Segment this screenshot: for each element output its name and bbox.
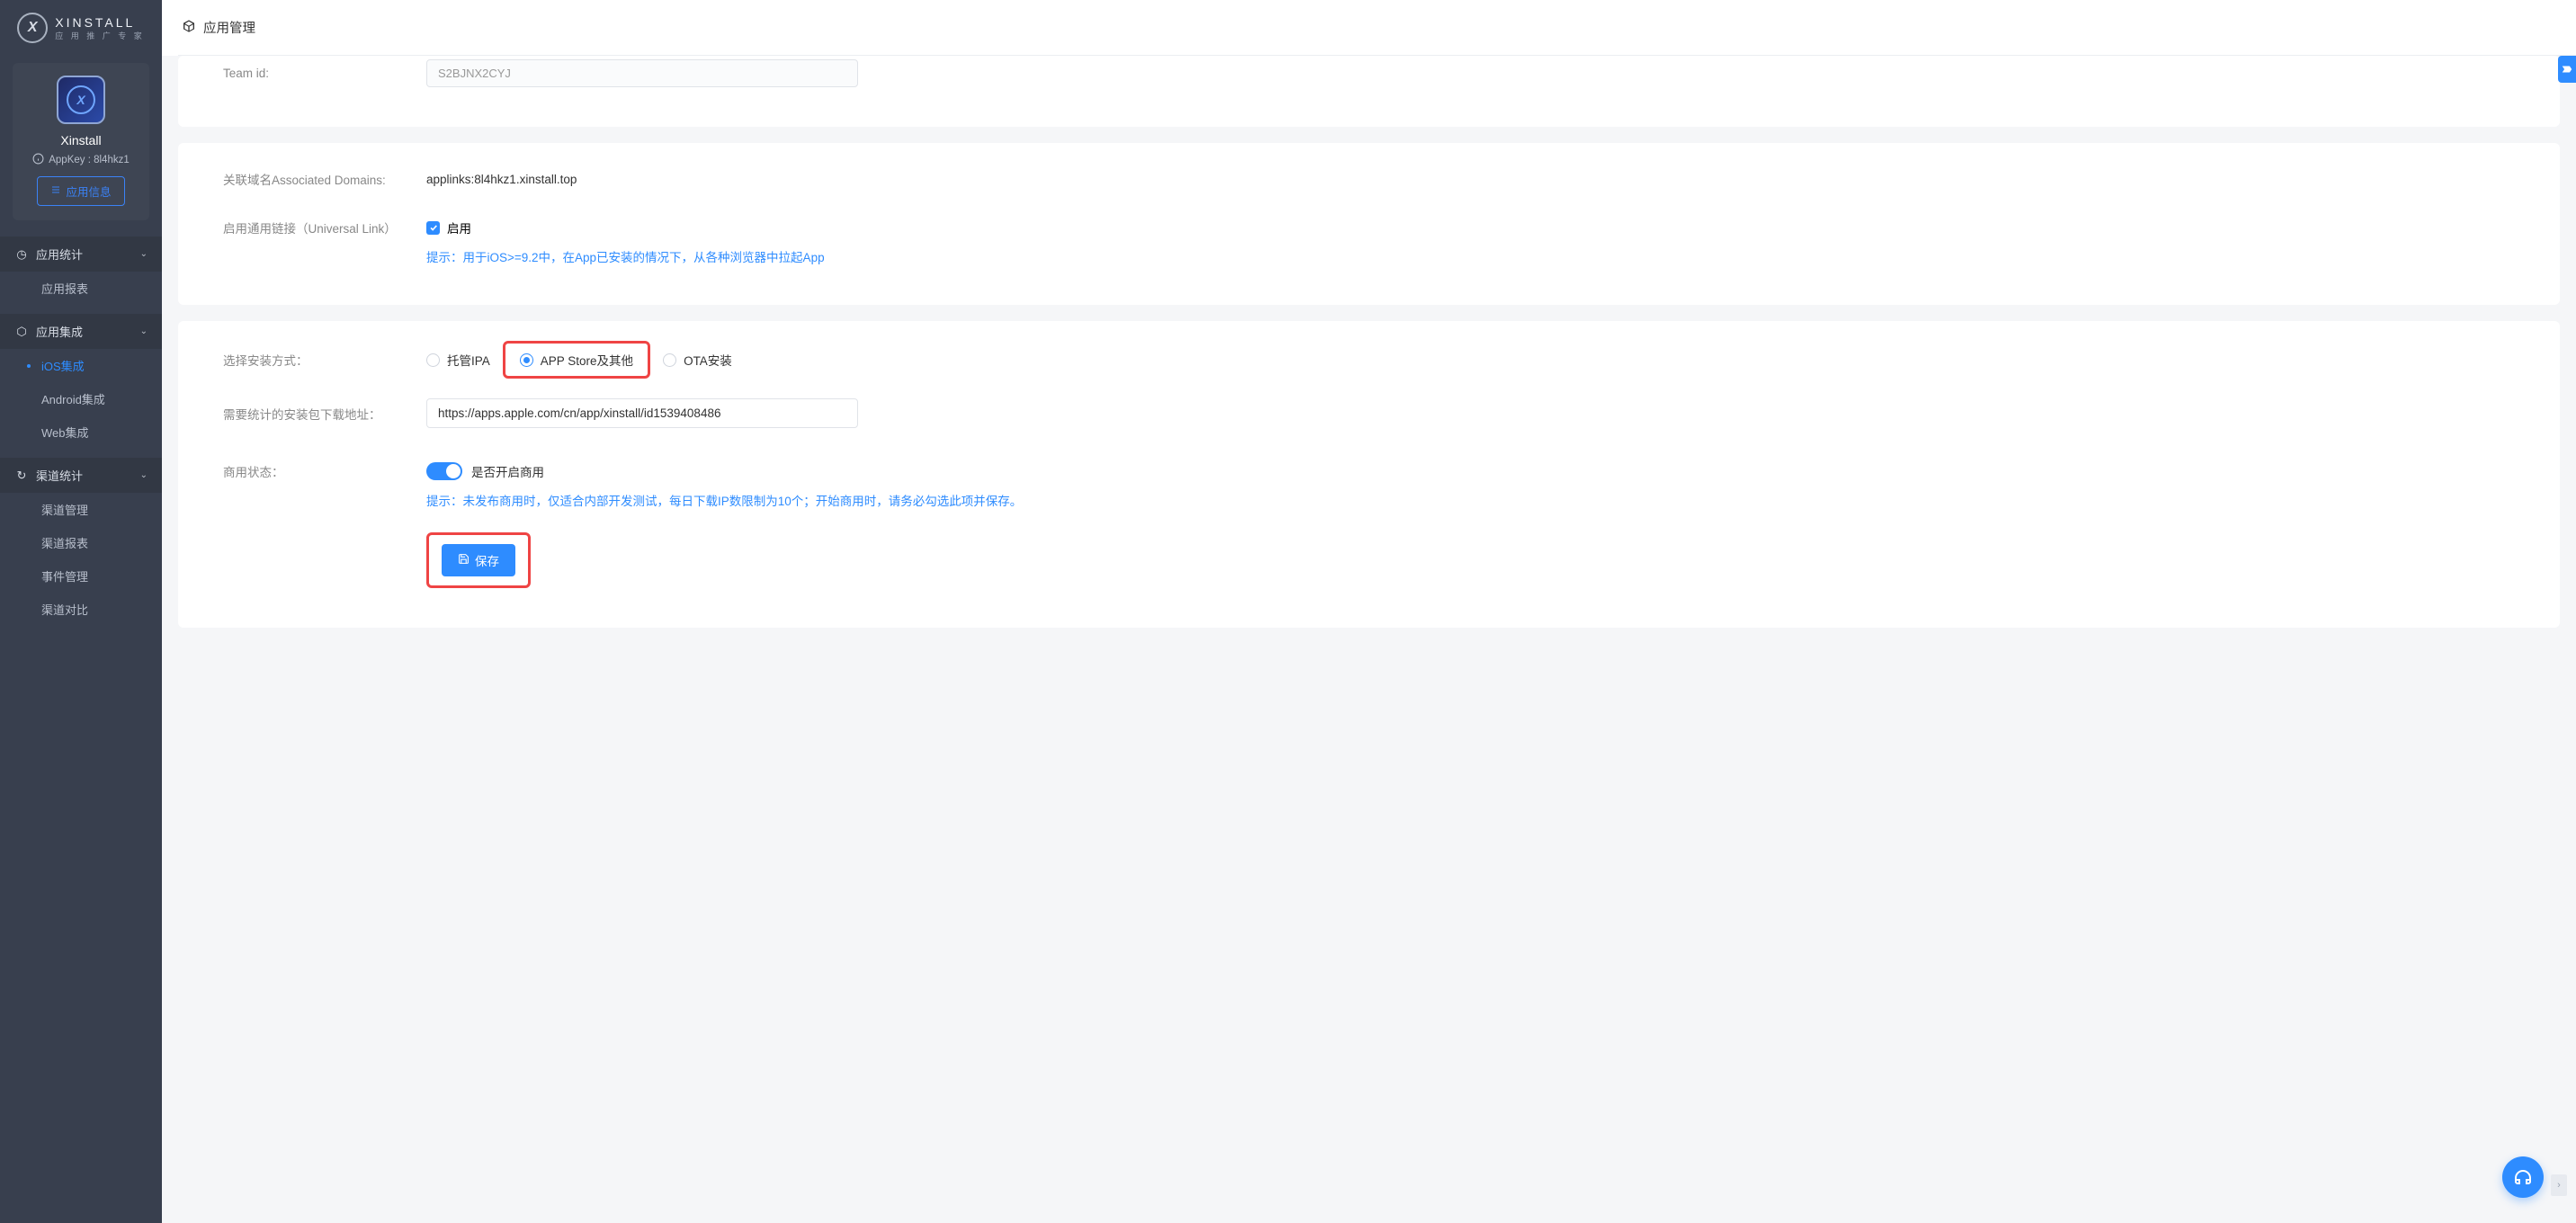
- topbar: 应用管理: [162, 0, 2576, 56]
- brand-subtitle: 应 用 推 广 专 家: [55, 30, 145, 41]
- teamid-input[interactable]: S2BJNX2CYJ: [426, 59, 858, 87]
- assoc-domains-value: applinks:8l4hkz1.xinstall.top: [426, 173, 577, 186]
- nav-group-integration[interactable]: ⬡ 应用集成 ⌄: [0, 314, 162, 349]
- card-universal-link: 关联域名Associated Domains: applinks:8l4hkz1…: [178, 143, 2560, 305]
- universal-link-hint: 提示：用于iOS>=9.2中，在App已安装的情况下，从各种浏览器中拉起App: [426, 247, 2515, 265]
- install-method-label: 选择安装方式：: [223, 351, 426, 369]
- app-card: X Xinstall AppKey : 8l4hkz1 应用信息: [13, 63, 149, 220]
- brand-logo-icon: X: [17, 13, 48, 43]
- nav-item-channel-compare[interactable]: 渠道对比: [0, 593, 162, 626]
- cube-icon: [182, 19, 196, 37]
- card-teamid: Team id: S2BJNX2CYJ: [178, 56, 2560, 127]
- nav-group-stats[interactable]: ◷ 应用统计 ⌄: [0, 237, 162, 272]
- download-url-input[interactable]: [426, 398, 858, 428]
- side-drawer-tab[interactable]: [2558, 56, 2576, 83]
- nav-item-app-report[interactable]: 应用报表: [0, 272, 162, 305]
- nav: ◷ 应用统计 ⌄ 应用报表 ⬡ 应用集成 ⌄ iOS集成 Android集成 W…: [0, 237, 162, 1223]
- card-install: 选择安装方式： 托管IPA APP Store及其他: [178, 321, 2560, 628]
- download-url-label: 需要统计的安装包下载地址：: [223, 405, 426, 423]
- enable-ul-checkbox[interactable]: [426, 221, 440, 235]
- teamid-label: Team id:: [223, 67, 426, 80]
- radio-ota[interactable]: OTA安装: [663, 351, 732, 369]
- page-title: 应用管理: [203, 18, 255, 37]
- nav-item-channel-manage[interactable]: 渠道管理: [0, 493, 162, 526]
- app-name: Xinstall: [60, 133, 101, 147]
- chevron-down-icon: ⌄: [140, 249, 148, 259]
- highlight-box-appstore: APP Store及其他: [503, 341, 650, 379]
- brand-title: XINSTALL: [55, 15, 145, 30]
- highlight-box-save: 保存: [426, 532, 531, 588]
- chevron-down-icon: ⌄: [140, 326, 148, 336]
- commercial-hint: 提示：未发布商用时，仅适合内部开发测试，每日下载IP数限制为10个；开始商用时，…: [426, 491, 2515, 509]
- app-info-button[interactable]: 应用信息: [37, 176, 124, 206]
- assoc-domains-label: 关联域名Associated Domains:: [223, 170, 426, 188]
- appkey-label: AppKey : 8l4hkz1: [49, 155, 130, 165]
- info-circle-icon: [32, 153, 44, 167]
- refresh-icon: ↻: [14, 469, 29, 483]
- nav-group-channel[interactable]: ↻ 渠道统计 ⌄: [0, 458, 162, 493]
- scroll-right-hint[interactable]: ›: [2551, 1174, 2567, 1196]
- commercial-switch-label: 是否开启商用: [471, 462, 544, 480]
- nav-item-android[interactable]: Android集成: [0, 382, 162, 415]
- universal-link-label: 启用通用链接（Universal Link）: [223, 219, 426, 237]
- content: Team id: S2BJNX2CYJ 关联域名Associated Domai…: [162, 56, 2576, 1223]
- enable-ul-text: 启用: [447, 219, 471, 237]
- nav-item-ios[interactable]: iOS集成: [0, 349, 162, 382]
- cube-icon: ⬡: [14, 325, 29, 339]
- nav-item-web[interactable]: Web集成: [0, 415, 162, 449]
- chevron-down-icon: ⌄: [140, 470, 148, 480]
- nav-item-channel-report[interactable]: 渠道报表: [0, 526, 162, 559]
- app-icon: X: [57, 76, 105, 124]
- brand-block: X XINSTALL 应 用 推 广 专 家: [0, 0, 162, 52]
- nav-item-event-manage[interactable]: 事件管理: [0, 559, 162, 593]
- radio-appstore[interactable]: APP Store及其他: [520, 351, 633, 369]
- radio-ipa[interactable]: 托管IPA: [426, 351, 490, 369]
- save-button[interactable]: 保存: [442, 544, 515, 576]
- save-icon: [458, 553, 470, 567]
- commercial-label: 商用状态：: [223, 462, 426, 480]
- commercial-switch[interactable]: [426, 462, 462, 480]
- clock-icon: ◷: [14, 247, 29, 262]
- support-fab[interactable]: [2502, 1156, 2544, 1198]
- list-icon: [50, 184, 61, 198]
- sidebar: X XINSTALL 应 用 推 广 专 家 X Xinstall AppKey…: [0, 0, 162, 1223]
